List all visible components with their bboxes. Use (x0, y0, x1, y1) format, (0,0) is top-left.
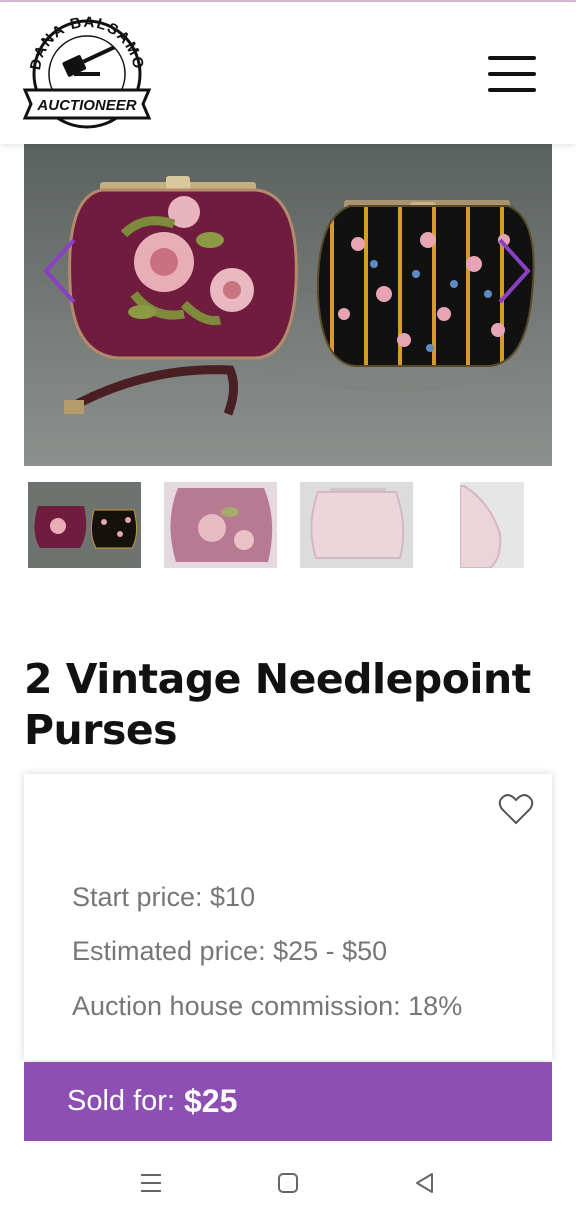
thumbnail-rose-purse[interactable] (164, 482, 277, 568)
main-product-image[interactable] (24, 144, 552, 466)
item-title-line-2: Purses (24, 706, 178, 754)
start-price: Start price: $10 (72, 882, 256, 912)
thumbnail-both-purses[interactable] (28, 482, 141, 568)
item-title: 2 Vintage Needlepoint Purses (24, 654, 554, 756)
system-navigation-bar (0, 1150, 576, 1218)
recent-apps-icon[interactable] (136, 1168, 166, 1198)
back-icon[interactable] (410, 1168, 440, 1198)
logo-bottom-text: AUCTIONEER (36, 97, 136, 114)
thumbnail-pink-lining[interactable] (300, 482, 413, 568)
site-header: DANA BALSAMO AUCTIONEER (0, 2, 576, 144)
sold-for-banner: Sold for: $25 (24, 1062, 552, 1141)
item-title-line-1: 2 Vintage Needlepoint (24, 655, 531, 703)
sold-for-label: Sold for: (67, 1085, 175, 1117)
price-details-card: Start price: $10 Estimated price: $25 - … (24, 774, 552, 1060)
chevron-left-icon[interactable] (40, 236, 80, 306)
heart-outline-icon[interactable] (498, 792, 534, 826)
chevron-right-icon[interactable] (494, 236, 534, 306)
hamburger-menu-icon[interactable] (486, 54, 538, 94)
estimated-price: Estimated price: $25 - $50 (72, 936, 388, 966)
home-icon[interactable] (273, 1168, 303, 1198)
auctioneer-logo[interactable]: DANA BALSAMO AUCTIONEER (22, 12, 152, 130)
sold-for-value: $25 (184, 1083, 238, 1119)
thumbnail-side-view[interactable] (460, 482, 524, 568)
auction-commission: Auction house commission: 18% (72, 991, 463, 1021)
